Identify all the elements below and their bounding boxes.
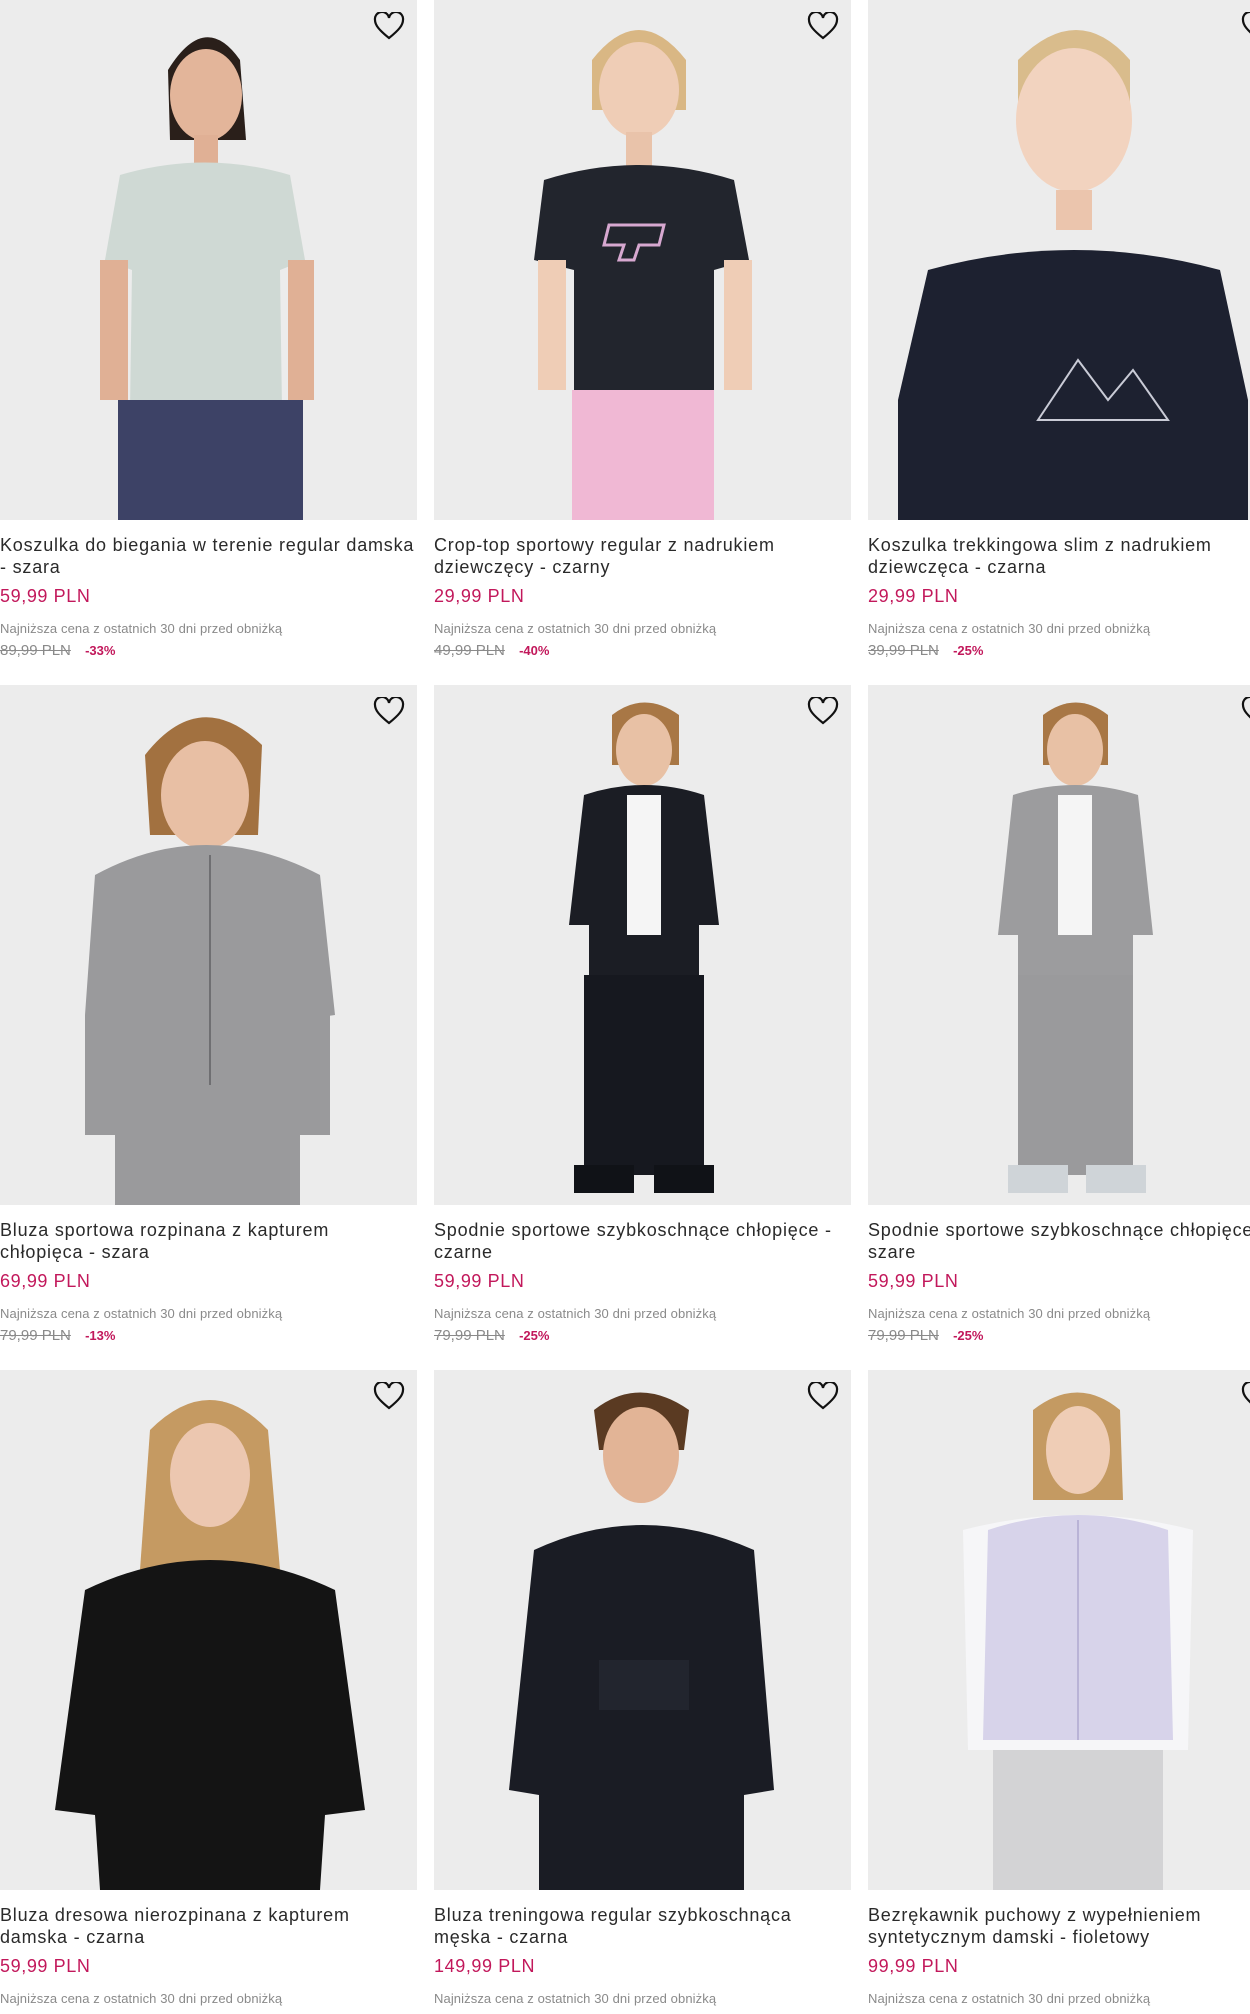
old-price: 79,99 PLN [868,1327,939,1344]
product-price: 59,99 PLN [868,1271,959,1291]
lowest-price-note: Najniższa cena z ostatnich 30 dni przed … [868,1991,1151,2006]
product-price: 59,99 PLN [0,1956,91,1976]
product-price: 99,99 PLN [868,1956,959,1976]
lowest-price-note: Najniższa cena z ostatnich 30 dni przed … [434,621,717,636]
product-name[interactable]: Bluza sportowa rozpinana z kapturem chło… [0,1219,417,1263]
product-name[interactable]: Spodnie sportowe szybkoschnące chłopięce… [434,1219,851,1263]
old-price-row: 79,99 PLN -25% [868,1327,983,1344]
old-price-row: 79,99 PLN -13% [0,1327,115,1344]
product-card[interactable]: Bezrękawnik puchowy z wypełnieniem synte… [868,1370,1250,2014]
discount-badge: -13% [85,1328,116,1343]
product-name[interactable]: Bezrękawnik puchowy z wypełnieniem synte… [868,1904,1250,1948]
product-image[interactable] [434,1370,851,1890]
old-price-row: 89,99 PLN -33% [0,642,115,659]
product-name[interactable]: Koszulka trekkingowa slim z nadrukiem dz… [868,534,1250,578]
old-price: 49,99 PLN [434,642,505,659]
product-card[interactable]: Bluza dresowa nierozpinana z kapturem da… [0,1370,417,2014]
heart-icon[interactable] [1239,695,1250,727]
discount-badge: -25% [519,1328,550,1343]
product-image[interactable] [434,0,851,520]
lowest-price-note: Najniższa cena z ostatnich 30 dni przed … [434,1991,717,2006]
lowest-price-note: Najniższa cena z ostatnich 30 dni przed … [868,1306,1151,1321]
heart-icon[interactable] [805,10,841,42]
heart-icon[interactable] [805,1380,841,1412]
old-price: 79,99 PLN [0,1327,71,1344]
lowest-price-note: Najniższa cena z ostatnich 30 dni przed … [868,621,1151,636]
old-price: 39,99 PLN [868,642,939,659]
product-name[interactable]: Crop-top sportowy regular z nadrukiem dz… [434,534,851,578]
lowest-price-note: Najniższa cena z ostatnich 30 dni przed … [0,1306,283,1321]
product-grid: Koszulka do biegania w terenie regular d… [0,0,1250,2014]
lowest-price-note: Najniższa cena z ostatnich 30 dni przed … [434,1306,717,1321]
old-price: 89,99 PLN [0,642,71,659]
discount-badge: -25% [953,643,984,658]
discount-badge: -40% [519,643,550,658]
product-name[interactable]: Bluza treningowa regular szybkoschnąca m… [434,1904,851,1948]
product-image[interactable] [0,1370,417,1890]
product-image[interactable] [868,1370,1250,1890]
old-price-row: 79,99 PLN -25% [434,1327,549,1344]
product-name[interactable]: Koszulka do biegania w terenie regular d… [0,534,417,578]
product-price: 29,99 PLN [868,586,959,606]
product-image[interactable] [868,685,1250,1205]
heart-icon[interactable] [1239,10,1250,42]
lowest-price-note: Najniższa cena z ostatnich 30 dni przed … [0,621,283,636]
heart-icon[interactable] [371,1380,407,1412]
old-price-row: 49,99 PLN -40% [434,642,549,659]
product-price: 59,99 PLN [0,586,91,606]
heart-icon[interactable] [1239,1380,1250,1412]
product-price: 29,99 PLN [434,586,525,606]
discount-badge: -25% [953,1328,984,1343]
product-price: 69,99 PLN [0,1271,91,1291]
product-image[interactable] [0,0,417,520]
product-card[interactable]: Koszulka do biegania w terenie regular d… [0,0,417,684]
product-card[interactable]: Koszulka trekkingowa slim z nadrukiem dz… [868,0,1250,684]
lowest-price-note: Najniższa cena z ostatnich 30 dni przed … [0,1991,283,2006]
product-card[interactable]: Spodnie sportowe szybkoschnące chłopięce… [434,685,851,1369]
product-image[interactable] [0,685,417,1205]
product-name[interactable]: Bluza dresowa nierozpinana z kapturem da… [0,1904,417,1948]
heart-icon[interactable] [371,10,407,42]
product-name[interactable]: Spodnie sportowe szybkoschnące chłopięce… [868,1219,1250,1263]
product-image[interactable] [868,0,1250,520]
product-card[interactable]: Crop-top sportowy regular z nadrukiem dz… [434,0,851,684]
discount-badge: -33% [85,643,116,658]
heart-icon[interactable] [805,695,841,727]
product-card[interactable]: Bluza sportowa rozpinana z kapturem chło… [0,685,417,1369]
product-price: 149,99 PLN [434,1956,536,1976]
product-price: 59,99 PLN [434,1271,525,1291]
heart-icon[interactable] [371,695,407,727]
old-price: 79,99 PLN [434,1327,505,1344]
product-card[interactable]: Bluza treningowa regular szybkoschnąca m… [434,1370,851,2014]
product-image[interactable] [434,685,851,1205]
product-card[interactable]: Spodnie sportowe szybkoschnące chłopięce… [868,685,1250,1369]
old-price-row: 39,99 PLN -25% [868,642,983,659]
